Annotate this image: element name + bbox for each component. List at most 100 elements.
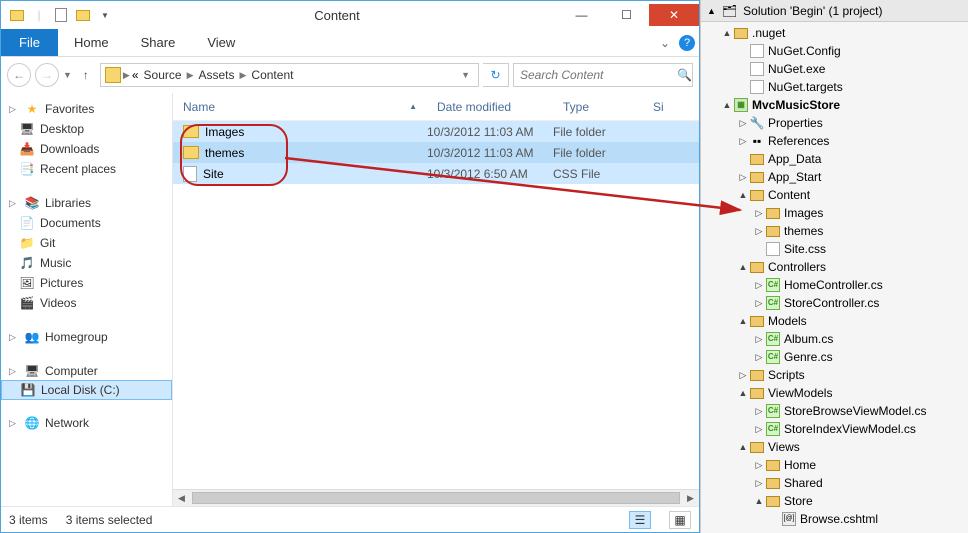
tree-node[interactable]: Site.css [701,240,968,258]
forward-button[interactable]: → [35,63,59,87]
expand-toggle[interactable]: ▷ [753,334,765,345]
expand-toggle[interactable]: ▲ [737,190,749,200]
tree-node[interactable]: NuGet.Config [701,42,968,60]
tab-home[interactable]: Home [58,29,125,56]
maximize-button[interactable]: ☐ [604,4,649,26]
tree-node[interactable]: ▲Controllers [701,258,968,276]
tree-node[interactable]: NuGet.exe [701,60,968,78]
back-button[interactable]: ← [7,63,31,87]
col-size[interactable]: Si [643,100,674,114]
help-button[interactable]: ? [675,29,699,56]
tree-node[interactable]: ▷Home [701,456,968,474]
chevron-down-icon[interactable]: ▲ [707,6,716,16]
tree-node[interactable]: ▷▪▪References [701,132,968,150]
tree-node[interactable]: ▲Content [701,186,968,204]
expand-toggle[interactable]: ▲ [721,28,733,38]
tree-node[interactable]: ▷C#Genre.cs [701,348,968,366]
nav-pictures[interactable]: 🖼Pictures [1,273,172,293]
close-button[interactable]: ✕ [649,4,699,26]
title-bar[interactable]: | ▼ Content — ☐ ✕ [1,1,699,29]
expand-toggle[interactable]: ▷ [737,118,749,129]
tab-view[interactable]: View [191,29,251,56]
tree-node[interactable]: ▲Views [701,438,968,456]
expand-toggle[interactable]: ▷ [737,370,749,381]
path-dropdown-icon[interactable]: ▼ [457,70,474,80]
tree-node[interactable]: ▲ViewModels [701,384,968,402]
file-tab[interactable]: File [1,29,58,56]
tab-share[interactable]: Share [125,29,192,56]
expand-toggle[interactable]: ▷ [737,172,749,183]
scroll-thumb[interactable] [192,492,680,504]
tree-node[interactable]: ▷C#StoreController.cs [701,294,968,312]
tree-node[interactable]: ▷C#HomeController.cs [701,276,968,294]
icons-view-button[interactable]: ▦ [669,511,691,529]
expand-toggle[interactable]: ▷ [753,406,765,417]
nav-videos[interactable]: 🎬Videos [1,293,172,313]
horizontal-scrollbar[interactable]: ◀ ▶ [173,489,699,506]
nav-libraries[interactable]: ▷📚Libraries [1,193,172,213]
expand-toggle[interactable]: ▲ [737,442,749,452]
tree-node[interactable]: ▷Images [701,204,968,222]
breadcrumb[interactable]: ▶ « Source▶ Assets▶ Content ▼ [100,63,479,87]
tree-node[interactable]: ▷C#Album.cs [701,330,968,348]
nav-documents[interactable]: 📄Documents [1,213,172,233]
tree-node[interactable]: ▷🔧Properties [701,114,968,132]
scroll-left-button[interactable]: ◀ [173,490,190,506]
nav-homegroup[interactable]: ▷👥Homegroup [1,327,172,347]
crumb-assets[interactable]: Assets [195,68,237,82]
nav-local-disk[interactable]: 💾Local Disk (C:) [1,380,172,400]
crumb-root[interactable]: « [132,68,139,82]
expand-toggle[interactable]: ▷ [753,298,765,309]
minimize-button[interactable]: — [559,4,604,26]
tree-node[interactable]: ▷C#StoreIndexViewModel.cs [701,420,968,438]
nav-favorites[interactable]: ▷★Favorites [1,99,172,119]
nav-downloads[interactable]: 📥Downloads [1,139,172,159]
tree-node[interactable]: ▲▦MvcMusicStore [701,96,968,114]
search-icon[interactable]: 🔍 [677,68,692,82]
history-dropdown-icon[interactable]: ▼ [63,70,72,80]
nav-desktop[interactable]: 🖥Desktop [1,119,172,139]
file-row[interactable]: themes10/3/2012 11:03 AMFile folder [173,142,699,163]
expand-toggle[interactable]: ▷ [753,460,765,471]
expand-toggle[interactable]: ▷ [753,352,765,363]
qat-dropdown-icon[interactable]: ▼ [95,5,115,25]
properties-icon[interactable] [51,5,71,25]
tree-node[interactable]: App_Data [701,150,968,168]
expand-toggle[interactable]: ▷ [753,226,765,237]
expand-toggle[interactable]: ▷ [753,280,765,291]
expand-toggle[interactable]: ▷ [737,136,749,147]
expand-toggle[interactable]: ▷ [753,424,765,435]
search-box[interactable]: 🔍 [513,63,693,87]
col-name[interactable]: Name▲ [173,100,427,114]
crumb-source[interactable]: Source [141,68,185,82]
expand-toggle[interactable]: ▲ [721,100,733,110]
tree-node[interactable]: ▷Shared [701,474,968,492]
col-date[interactable]: Date modified [427,100,553,114]
details-view-button[interactable]: ☰ [629,511,651,529]
nav-network[interactable]: ▷🌐Network [1,413,172,433]
up-button[interactable]: ↑ [76,68,96,82]
tree-node[interactable]: ▷themes [701,222,968,240]
tree-node[interactable]: ▷Scripts [701,366,968,384]
nav-git[interactable]: 📁Git [1,233,172,253]
column-headers[interactable]: Name▲ Date modified Type Si [173,93,699,121]
search-input[interactable] [520,68,677,82]
scroll-right-button[interactable]: ▶ [682,490,699,506]
tree-node[interactable]: ▷App_Start [701,168,968,186]
nav-computer[interactable]: ▷🖥Computer [1,361,172,381]
nav-music[interactable]: 🎵Music [1,253,172,273]
file-row[interactable]: Images10/3/2012 11:03 AMFile folder [173,121,699,142]
refresh-button[interactable]: ↻ [483,63,509,87]
expand-toggle[interactable]: ▲ [737,316,749,326]
expand-toggle[interactable]: ▲ [753,496,765,506]
tree-node[interactable]: ▲.nuget [701,24,968,42]
tree-node[interactable]: ▲Models [701,312,968,330]
nav-pane[interactable]: ▷★Favorites 🖥Desktop 📥Downloads 📑Recent … [1,93,173,506]
expand-toggle[interactable]: ▲ [737,262,749,272]
tree-node[interactable]: ▷C#StoreBrowseViewModel.cs [701,402,968,420]
nav-recent[interactable]: 📑Recent places [1,159,172,179]
tree-node[interactable]: ▲Store [701,492,968,510]
tree-node[interactable]: NuGet.targets [701,78,968,96]
expand-toggle[interactable]: ▷ [753,478,765,489]
crumb-content[interactable]: Content [248,68,296,82]
